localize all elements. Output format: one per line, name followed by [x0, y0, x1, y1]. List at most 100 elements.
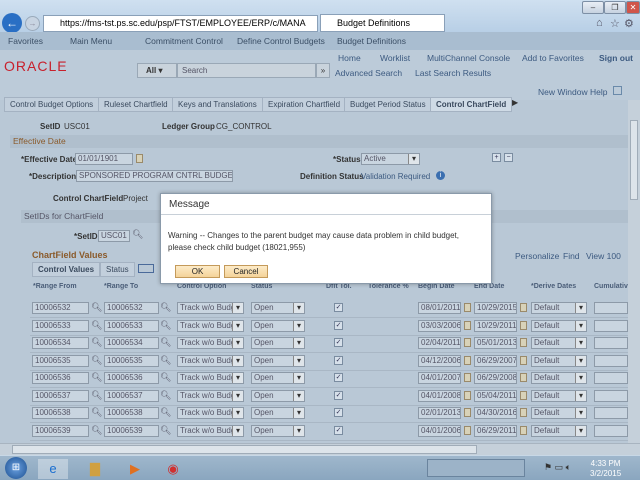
end-date-input[interactable]: 06/29/2008	[474, 372, 517, 384]
favorites-menu[interactable]: Favorites	[8, 32, 43, 50]
calendar-icon[interactable]	[464, 338, 471, 347]
dflt-tol-checkbox[interactable]: ✓	[334, 425, 343, 435]
cancel-button[interactable]: Cancel	[224, 265, 268, 278]
home-icon[interactable]: ⌂	[596, 17, 603, 29]
range-from-input[interactable]: 10006539	[32, 424, 89, 437]
dflt-tol-checkbox[interactable]: ✓	[334, 408, 343, 417]
cumulative-input[interactable]	[594, 372, 628, 384]
tray-icons[interactable]: ⚑ ▭ 🔈︎	[544, 462, 571, 473]
derive-dates-select[interactable]: Default	[531, 424, 587, 437]
lookup-icon[interactable]: 🔍︎	[91, 372, 102, 383]
range-to-input[interactable]: 10006538	[104, 407, 159, 419]
calendar-icon[interactable]	[520, 425, 527, 435]
range-to-input[interactable]: 10006534	[104, 337, 159, 349]
tab-control-budget-options[interactable]: Control Budget Options	[4, 97, 100, 112]
end-date-input[interactable]: 06/29/2007	[474, 354, 517, 367]
show-all-columns-icon[interactable]	[138, 264, 154, 273]
status-select[interactable]: Open	[251, 302, 305, 314]
begin-date-input[interactable]: 04/01/2007	[418, 372, 461, 384]
calendar-icon[interactable]	[464, 303, 471, 312]
status-select[interactable]: Open	[251, 337, 305, 349]
new-window-link[interactable]: New Window	[538, 87, 588, 97]
subtab-control-values[interactable]: Control Values	[32, 262, 101, 277]
control-option-select[interactable]: Track w/o Budg	[177, 424, 244, 437]
end-date-input[interactable]: 04/30/2016	[474, 407, 517, 419]
status-select[interactable]: Open	[251, 319, 305, 332]
control-option-select[interactable]: Track w/o Budg	[177, 354, 244, 367]
range-from-input[interactable]: 10006537	[32, 389, 89, 402]
search-input[interactable]: Search	[177, 63, 316, 78]
info-icon[interactable]: i	[436, 171, 445, 180]
range-from-input[interactable]: 10006536	[32, 372, 89, 384]
end-date-input[interactable]: 10/29/2011	[474, 319, 517, 332]
lookup-icon[interactable]: 🔍︎	[91, 302, 102, 313]
gear-icon[interactable]: ⚙	[624, 17, 634, 30]
tab-ruleset-chartfield[interactable]: Ruleset Chartfield	[98, 97, 174, 112]
range-to-input[interactable]: 10006533	[104, 319, 159, 332]
lookup-icon[interactable]: 🔍︎	[91, 425, 102, 436]
main-menu[interactable]: Main Menu	[70, 32, 112, 50]
calendar-icon[interactable]	[464, 408, 471, 417]
calendar-icon[interactable]	[520, 303, 527, 312]
restore-button[interactable]: ❐	[604, 1, 626, 14]
last-search-results-link[interactable]: Last Search Results	[415, 68, 491, 78]
range-from-input[interactable]: 10006535	[32, 354, 89, 367]
derive-dates-select[interactable]: Default	[531, 407, 587, 419]
lookup-icon[interactable]: 🔍︎	[160, 355, 171, 366]
lookup-icon[interactable]: 🔍︎	[91, 407, 102, 418]
range-to-input[interactable]: 10006536	[104, 372, 159, 384]
forward-button[interactable]: →	[25, 16, 40, 31]
advanced-search-link[interactable]: Advanced Search	[335, 68, 402, 78]
derive-dates-select[interactable]: Default	[531, 389, 587, 402]
status-select[interactable]: Active	[361, 153, 420, 165]
help-link[interactable]: Help	[590, 87, 607, 97]
range-from-input[interactable]: 10006538	[32, 407, 89, 419]
cumulative-input[interactable]	[594, 319, 628, 332]
dflt-tol-checkbox[interactable]: ✓	[334, 320, 343, 330]
begin-date-input[interactable]: 04/01/2008	[418, 389, 461, 402]
lookup-icon[interactable]: 🔍︎	[160, 425, 171, 436]
breadcrumb-budget-definitions[interactable]: Budget Definitions	[337, 32, 406, 50]
control-option-select[interactable]: Track w/o Budg	[177, 372, 244, 384]
cumulative-input[interactable]	[594, 302, 628, 314]
begin-date-input[interactable]: 04/12/2006	[418, 354, 461, 367]
range-from-input[interactable]: 10006532	[32, 302, 89, 314]
ie-taskbar-icon[interactable]: e	[38, 459, 68, 479]
control-option-select[interactable]: Track w/o Budg	[177, 319, 244, 332]
multichannel-link[interactable]: MultiChannel Console	[427, 53, 510, 63]
ok-button[interactable]: OK	[175, 265, 220, 278]
delete-row-button[interactable]: −	[504, 153, 513, 162]
calendar-icon[interactable]	[464, 390, 471, 400]
range-from-input[interactable]: 10006534	[32, 337, 89, 349]
status-select[interactable]: Open	[251, 354, 305, 367]
dflt-tol-checkbox[interactable]: ✓	[334, 373, 343, 382]
tab-control-chartfield[interactable]: Control ChartField	[430, 97, 513, 112]
lookup-icon[interactable]: 🔍︎	[91, 337, 102, 348]
star-icon[interactable]: ☆	[610, 17, 620, 30]
search-scope-select[interactable]: All ▾	[137, 63, 177, 78]
range-from-input[interactable]: 10006533	[32, 319, 89, 332]
start-button[interactable]: ⊞	[5, 457, 27, 479]
next-tab-icon[interactable]: ▶	[512, 98, 518, 107]
home-link[interactable]: Home	[338, 53, 361, 63]
cumulative-input[interactable]	[594, 424, 628, 437]
calendar-icon[interactable]	[464, 355, 471, 365]
clock[interactable]: 4:33 PM 3/2/2015	[590, 459, 621, 479]
cumulative-input[interactable]	[594, 407, 628, 419]
minimize-button[interactable]: –	[582, 1, 604, 14]
cumulative-input[interactable]	[594, 354, 628, 367]
explorer-taskbar-icon[interactable]: ▇	[80, 459, 110, 479]
calendar-icon[interactable]	[520, 373, 527, 382]
calendar-icon[interactable]	[520, 408, 527, 417]
media-player-taskbar-icon[interactable]: ▶	[120, 459, 150, 479]
search-go-button[interactable]: »	[316, 63, 330, 78]
dflt-tol-checkbox[interactable]: ✓	[334, 303, 343, 312]
begin-date-input[interactable]: 03/03/2006	[418, 319, 461, 332]
calendar-icon[interactable]	[520, 390, 527, 400]
effective-date-input[interactable]: 01/01/1901	[75, 153, 133, 165]
derive-dates-select[interactable]: Default	[531, 354, 587, 367]
vertical-scrollbar[interactable]	[628, 100, 640, 443]
lookup-icon[interactable]: 🔍︎	[160, 407, 171, 418]
calendar-icon[interactable]	[520, 320, 527, 330]
lookup-icon[interactable]: 🔍︎	[160, 372, 171, 383]
